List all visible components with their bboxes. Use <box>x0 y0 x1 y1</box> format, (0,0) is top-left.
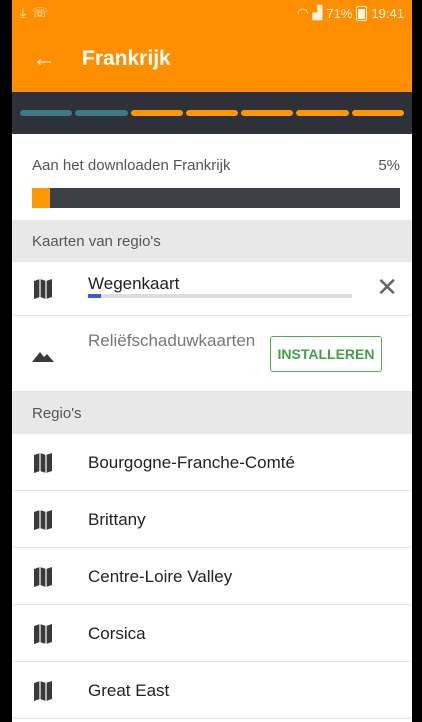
download-progress-fill <box>32 188 51 208</box>
progress-segment <box>75 110 128 116</box>
map-name: Wegenkaart <box>88 274 180 293</box>
battery-icon <box>356 5 368 21</box>
clock: 19:41 <box>371 5 404 21</box>
download-icon: ⤓ <box>20 5 26 20</box>
region-item[interactable]: Centre-Loire Valley <box>12 548 412 605</box>
back-arrow-icon[interactable]: ← <box>32 45 62 73</box>
region-item[interactable]: Great East <box>12 662 412 719</box>
download-percent: 5% <box>378 157 400 174</box>
map-download-progress-fill <box>88 294 102 298</box>
progress-segment <box>185 110 239 116</box>
region-name: Bourgogne-Franche-Comté <box>88 453 295 472</box>
progress-segment <box>241 110 294 116</box>
map-icon <box>34 623 52 650</box>
download-label: Aan het downloaden Frankrijk <box>32 157 231 174</box>
region-name: Brittany <box>88 510 146 529</box>
progress-segment <box>296 110 349 116</box>
map-name: Reliëfschaduwkaarten <box>88 331 256 350</box>
region-name: Great East <box>88 681 170 700</box>
phone-screen: ⤓ ☏ ◠ ▟ 71% 19:41 ← Frankrijk Aan het do… <box>12 0 412 722</box>
download-status: Aan het downloaden Frankrijk 5% <box>12 134 412 220</box>
progress-segment <box>351 110 404 116</box>
signal-icon: ▟ <box>312 5 323 20</box>
section-header-maps: Kaarten van regio's <box>12 220 412 262</box>
region-item[interactable]: Brittany <box>12 491 412 548</box>
wifi-calling-icon: ☏ <box>31 5 49 20</box>
install-button[interactable]: INSTALLEREN <box>270 336 382 372</box>
page-title: Frankrijk <box>82 47 171 70</box>
map-icon <box>34 566 52 593</box>
mountain-icon <box>32 349 54 367</box>
close-icon[interactable]: ✕ <box>376 272 398 303</box>
map-icon <box>34 278 52 305</box>
wifi-icon: ◠ <box>297 5 309 20</box>
download-progress-bar <box>32 188 400 208</box>
map-download-progress <box>88 294 352 298</box>
section-header-regions: Regio's <box>12 392 412 434</box>
app-bar: ← Frankrijk <box>12 26 412 92</box>
status-bar: ⤓ ☏ ◠ ▟ 71% 19:41 <box>12 0 412 26</box>
map-icon <box>34 452 52 479</box>
region-item[interactable]: Corsica <box>12 605 412 662</box>
battery-percent: 71% <box>326 5 353 21</box>
segment-progress <box>12 92 412 134</box>
regions-list: Bourgogne-Franche-Comté Brittany Centre-Lo… <box>12 434 412 719</box>
progress-segment <box>130 110 183 116</box>
progress-segment <box>20 110 73 116</box>
region-name: Centre-Loire Valley <box>88 567 233 586</box>
list-item-reliefschaduwkaarten[interactable]: Reliëfschaduwkaarten INSTALLEREN <box>12 316 412 392</box>
map-icon <box>34 680 52 707</box>
region-item[interactable]: Bourgogne-Franche-Comté <box>12 434 412 491</box>
map-icon <box>34 509 52 536</box>
list-item-wegenkaart[interactable]: Wegenkaart ✕ <box>12 262 412 316</box>
region-name: Corsica <box>88 624 146 643</box>
